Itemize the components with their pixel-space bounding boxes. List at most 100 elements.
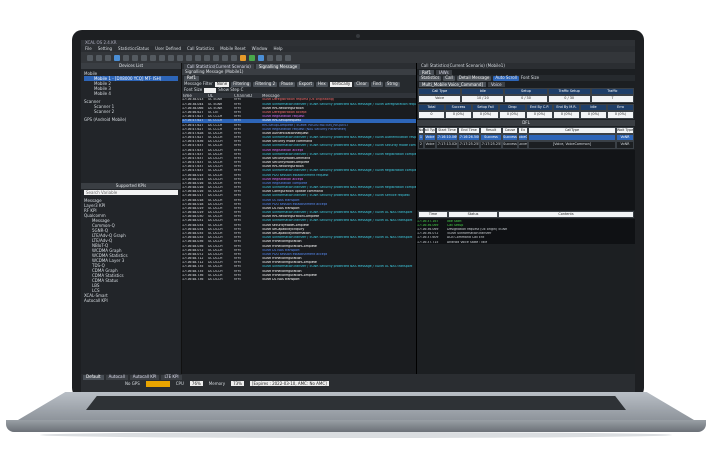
detail-column-header[interactable]: CallType [528, 126, 616, 135]
filter-icon[interactable] [204, 54, 210, 61]
signalling-button[interactable]: Strng [384, 81, 400, 87]
table-row[interactable]: 17:16:48.030 UL DCCH nFM 5GNR RRCReconfigur… [182, 215, 416, 219]
scenario-icon[interactable] [258, 54, 264, 61]
table-row[interactable]: 17:16:47.637 UL DCCH nFM 5GNR SecurityModeC… [182, 161, 416, 165]
detail-cell[interactable]: Voice [424, 134, 436, 142]
signalling-button[interactable]: Hex [316, 81, 328, 87]
device-tree-item[interactable]: Scanner 2 [84, 109, 178, 114]
log-row[interactable]: 17:16:36.072 5GNR ulInformationTransfer [417, 232, 635, 236]
mode-tab[interactable]: Voice [487, 82, 505, 87]
menu-item-4[interactable]: Call Statistics [187, 47, 214, 51]
table-row[interactable]: 17:16:47.627 DL CCCH nFM RRCSetupComplete /… [182, 123, 416, 127]
detail-column-header[interactable]: End Time [458, 126, 480, 135]
detail-column-header[interactable]: Cause [502, 126, 518, 135]
tab-doc-1[interactable]: Signalling Message [255, 64, 301, 69]
help-icon[interactable] [285, 54, 291, 61]
autocall-icon[interactable] [168, 54, 174, 61]
table-row[interactable]: 17:16:48.034 UL DCCH nFM 5GNR securityModeC… [182, 223, 416, 227]
detail-cell[interactable]: 17:17:25.255 [458, 141, 480, 149]
detail-cell[interactable]: Success [502, 141, 518, 149]
menu-item-5[interactable]: Mobile Reset [220, 47, 246, 51]
table-row[interactable]: 17:16:48.072 DL DCCH nFM 5GNR PDU session e… [182, 252, 416, 256]
table-row[interactable]: 17:16:38.066 DL 5GNR nFM 5GNR RRCReconfigur… [182, 106, 416, 110]
bottom-tab[interactable]: Autocall KPI [129, 374, 160, 380]
screenshot-icon[interactable] [222, 54, 228, 61]
table-row[interactable]: 17:16:48.015 DL DCCH nFM 5GNR Registration … [182, 177, 416, 181]
table-row[interactable]: 17:16:48.016 UL DCCH nFM 5GNR Configuration… [182, 190, 416, 194]
call-stats-button[interactable]: Auto Scroll [493, 75, 519, 81]
detail-cell[interactable]: [Voice, VoiceCommon] [518, 134, 528, 142]
menu-item-7[interactable]: Help [273, 47, 282, 51]
table-row[interactable]: 17:16:38.013 UL 5GNR nFM 5GNR Deregistratio… [182, 98, 416, 102]
menu-item-2[interactable]: StatisticsStatus [118, 47, 149, 51]
table-icon[interactable] [195, 54, 201, 61]
table-row[interactable]: 17:16:47.628 UL DCCH nFM 5GNR Authenticatio… [182, 131, 416, 135]
vertical-select[interactable]: Vertically [329, 81, 353, 87]
table-row[interactable]: 17:16:47.637 DL DCCH nFM 5GNR Registration … [182, 148, 416, 152]
column-header[interactable]: Message [262, 94, 416, 98]
call-stats-button[interactable]: Detail Message [456, 75, 492, 81]
table-row[interactable]: 17:16:48.712 UL DCCH nFM 5GNR rrcReconfigur… [182, 257, 416, 261]
table-row[interactable]: 17:16:48.735 UL DCCH nFM 5GNR ulInformation… [182, 265, 416, 269]
table-row[interactable]: 17:16:48.016 UL DCCH nFM 5GNR Registration … [182, 181, 416, 185]
signalling-button[interactable]: Pause [279, 81, 295, 87]
disconnect-icon[interactable] [123, 54, 129, 61]
table-row[interactable]: 17:16:48.031 DL DCCH nFM 5GNR ulInformation… [182, 219, 416, 223]
detail-cell[interactable]: 17:16:10.069 [436, 134, 458, 142]
table-row[interactable]: 17:16:47.627 UL CCCH nFM 5GNR RRCSetupReque… [182, 118, 416, 124]
table-row[interactable]: 17:16:47.627 DL CCCH nFM 5GNR Registration … [182, 115, 416, 119]
window-icon[interactable] [276, 54, 282, 61]
detail-cell[interactable]: Success [502, 134, 518, 142]
warning-icon[interactable] [240, 54, 246, 61]
run-icon[interactable] [249, 54, 255, 61]
table-row[interactable]: 17:16:48.036 DL DCCH nFM 5GNR rrcReconfigur… [182, 244, 416, 248]
log-row[interactable]: 17:16:36.069 Call Setup [417, 223, 635, 227]
signalling-button[interactable]: Filtering [231, 81, 252, 87]
menu-item-3[interactable]: User Defined [155, 47, 181, 51]
table-row[interactable]: 17:16:48.019 DL DCCH nFM 5GNR ulInformation… [182, 211, 416, 215]
column-header[interactable]: UL [208, 94, 234, 98]
filter-select[interactable]: None [214, 81, 230, 87]
table-row[interactable]: 17:16:38.044 UL 5GNR nFM 5GNR ulInformation… [182, 102, 416, 106]
detail-cell[interactable]: VoNR [616, 134, 634, 142]
detail-column-header[interactable]: Result [480, 126, 502, 135]
record-icon[interactable] [132, 54, 138, 61]
table-row[interactable]: 17:16:48.034 DL DCCH nFM 5GNR ueCapabilityE… [182, 227, 416, 231]
log-row[interactable]: 17:16:36.069 Designation request (UE orig… [417, 228, 635, 232]
log-column-header[interactable]: Contents [498, 210, 634, 219]
log-row[interactable]: 17:16:37.167 Idle Start [417, 219, 635, 223]
device-tree-item[interactable]: GPS (Android Mobile) [84, 117, 178, 122]
detail-column-header[interactable]: Wait Type [616, 126, 634, 135]
log-column-header[interactable]: Status [448, 210, 498, 219]
table-row[interactable]: 17:16:48.736 UL DCCH nFM 5GNR rrcReconfigur… [182, 273, 416, 277]
pause-icon[interactable] [150, 54, 156, 61]
table-row[interactable]: 17:16:48.735 DL DCCH nFM 5GNR rrcReconfigur… [182, 269, 416, 273]
menu-item-6[interactable]: Window [252, 47, 268, 51]
bottom-tab[interactable]: Autocall [105, 374, 128, 380]
table-row[interactable]: 17:16:48.035 DL DCCH nFM 5GNR ulInformation… [182, 236, 416, 240]
table-row[interactable]: 17:16:47.637 DL DCCH nFM 5GNR RRCReconfigur… [182, 165, 416, 169]
detail-cell[interactable]: 17:17:25.255 [480, 141, 502, 149]
log-row[interactable]: 17:16:37.609 ACB Command Call Ent [417, 236, 635, 240]
connect-icon[interactable] [114, 54, 120, 61]
table-row[interactable]: 17:16:47.637 UL DCCH nFM 5GNR ulInformation… [182, 169, 416, 173]
table-row[interactable]: 17:16:48.018 DL DCCH nFM 5GNR PDU session e… [182, 202, 416, 206]
export-icon[interactable] [213, 54, 219, 61]
detail-cell[interactable]: 17:16:26.500 [458, 134, 480, 142]
table-row[interactable]: 17:16:47.637 UL DCCH nFM 5GNR ulInformation… [182, 144, 416, 148]
kpi-tree-item[interactable]: Autocall KPI [84, 298, 178, 303]
table-row[interactable]: 17:16:48.018 UL DCCH nFM 5GNR UL NAS transp… [182, 198, 416, 202]
table-row[interactable]: 17:16:48.035 UL DCCH nFM 5GNR ueCapabilityI… [182, 232, 416, 236]
table-row[interactable]: 17:16:47.627 UL CCCH nFM 5GNR Registration … [182, 127, 416, 131]
table-row[interactable]: 17:16:48.016 DL DCCH nFM 5GNR ulInformation… [182, 186, 416, 190]
open-icon[interactable] [87, 54, 93, 61]
detail-cell[interactable]: VoNR [616, 141, 634, 149]
signalling-button[interactable]: Export [296, 81, 315, 87]
call-stats-button[interactable]: Call [443, 75, 455, 81]
graph-icon[interactable] [186, 54, 192, 61]
detail-column-header[interactable]: Ex [518, 126, 528, 135]
table-row[interactable]: 17:16:47.637 DL DCCH nFM 5GNR SecurityModeC… [182, 156, 416, 160]
tab-ref1[interactable]: Ref1 [184, 75, 200, 81]
detail-cell[interactable]: Voice [424, 141, 436, 149]
stop-icon[interactable] [141, 54, 147, 61]
